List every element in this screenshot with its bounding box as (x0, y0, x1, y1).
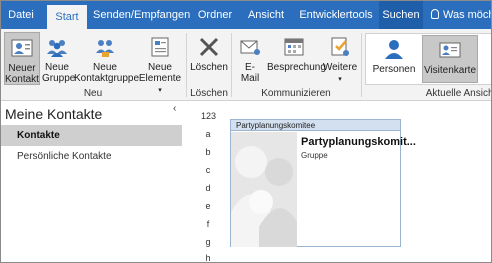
business-card[interactable]: Partyplanungskomitee Partyplanungskomit.… (230, 119, 416, 247)
tell-me-label: Was möcht (443, 9, 491, 21)
tab-folder[interactable]: Ordner (194, 1, 236, 29)
index-letter[interactable]: e (201, 201, 215, 211)
more-icon (328, 35, 352, 59)
more-text: Weitere (322, 62, 358, 73)
ribbon-separator (361, 33, 362, 97)
tab-developer[interactable]: Entwicklertools (296, 1, 376, 29)
new-items-text: Neue Elemente (138, 62, 182, 84)
email-icon (238, 35, 262, 59)
group-view-label: Aktuelle Ansicht (425, 88, 492, 99)
tab-search[interactable]: Suchen (379, 1, 423, 29)
my-contacts-heading[interactable]: Meine Kontakte (5, 106, 102, 122)
folder-pane: ‹ Meine Kontakte Kontakte Persönliche Ko… (1, 101, 189, 262)
index-letter[interactable]: a (201, 129, 215, 139)
tab-start[interactable]: Start (47, 5, 87, 30)
tab-send-receive[interactable]: Senden/Empfangen (93, 1, 190, 29)
new-items-button[interactable]: Neue Elemente ▾ (137, 32, 183, 94)
card-type: Gruppe (301, 151, 328, 160)
ribbon-tab-bar: Datei Start Senden/Empfangen Ordner Ansi… (1, 1, 491, 30)
business-card-icon (438, 38, 462, 62)
index-letter[interactable]: c (201, 165, 215, 175)
index-letter[interactable]: f (201, 219, 215, 229)
group-new-label: Neu (83, 88, 103, 99)
new-contact-group-button[interactable]: Neue Kontaktgruppe (74, 32, 140, 85)
lightbulb-icon (431, 9, 439, 19)
tab-file[interactable]: Datei (3, 1, 39, 29)
new-contact-button[interactable]: Neuer Kontakt (4, 32, 40, 85)
new-contact-label: Neuer Kontakt (5, 63, 39, 85)
nav-item-personal-contacts[interactable]: Persönliche Kontakte (1, 146, 182, 167)
view-business-card-button[interactable]: Visitenkarte (422, 35, 478, 83)
people-group-icon (45, 35, 69, 59)
meeting-button[interactable]: Besprechung (267, 32, 326, 85)
card-name: Partyplanungskomit... (301, 136, 416, 148)
meeting-label: Besprechung (267, 62, 326, 73)
nav-item-contacts[interactable]: Kontakte (1, 125, 182, 146)
new-items-icon (148, 35, 172, 59)
email-button[interactable]: E-Mail (234, 32, 266, 85)
delete-button[interactable]: Löschen (189, 32, 229, 85)
more-label: Weitere ▾ (322, 62, 358, 85)
view-people-button[interactable]: Personen (367, 35, 421, 83)
person-icon (382, 37, 406, 61)
contact-card-icon (10, 36, 34, 60)
group-communicate-label: Kommunizieren (261, 88, 331, 99)
view-people-label: Personen (372, 64, 416, 75)
dropdown-arrow-icon: ▾ (338, 76, 342, 83)
tell-me-box[interactable]: Was möcht (431, 1, 491, 29)
new-contact-group-label: Neue Kontaktgruppe (74, 62, 140, 84)
ribbon: Neuer Kontakt Neue Gruppe Neue Kontaktgr… (1, 29, 492, 101)
tab-view[interactable]: Ansicht (242, 1, 290, 29)
delete-label: Löschen (190, 62, 228, 73)
email-label: E-Mail (240, 62, 260, 84)
group-photo-placeholder (231, 132, 297, 247)
index-letter[interactable]: h (201, 253, 215, 262)
calendar-icon (282, 35, 306, 59)
more-button[interactable]: Weitere ▾ (322, 32, 358, 85)
index-letter[interactable]: 123 (201, 111, 216, 121)
card-header: Partyplanungskomitee (231, 120, 400, 131)
new-group-button[interactable]: Neue Gruppe (42, 32, 76, 85)
contact-group-icon (93, 35, 117, 59)
group-delete-label: Löschen (190, 88, 228, 99)
outlook-window: Datei Start Senden/Empfangen Ordner Ansi… (0, 0, 492, 263)
index-letter[interactable]: d (201, 183, 215, 193)
delete-x-icon (197, 35, 221, 59)
new-group-label: Neue Gruppe (42, 62, 76, 84)
index-letter[interactable]: b (201, 147, 215, 157)
collapse-pane-icon[interactable]: ‹ (173, 103, 176, 114)
index-letter[interactable]: g (201, 237, 215, 247)
view-business-card-label: Visitenkarte (423, 65, 477, 76)
contacts-view: 123 a b c d e f g h Partyplanungskomitee… (189, 101, 491, 262)
